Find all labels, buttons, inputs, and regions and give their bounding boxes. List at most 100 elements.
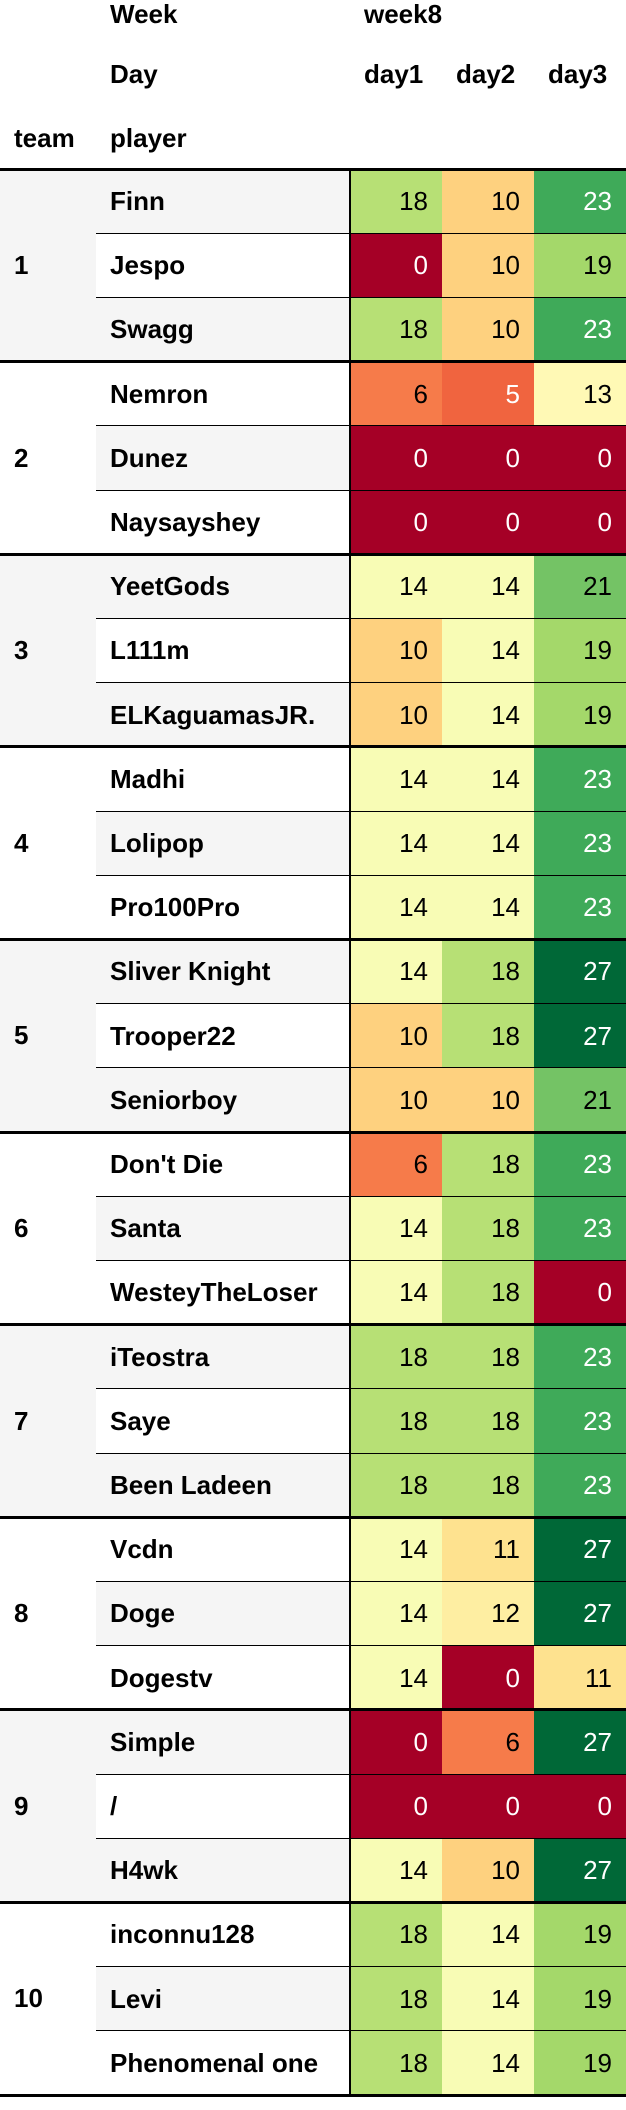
player-name: Simple	[110, 1726, 196, 1757]
heat-cell: 18	[442, 1260, 534, 1325]
team-divider	[0, 1323, 626, 1327]
header-column-divider	[349, 169, 351, 2095]
player-name: Pro100Pro	[110, 892, 241, 923]
heat-cell: 18	[442, 1132, 534, 1197]
heat-cell: 13	[534, 361, 626, 426]
heat-cell: 18	[442, 1453, 534, 1518]
team-number: 9	[14, 1790, 29, 1821]
heat-cell: 27	[534, 1709, 626, 1774]
heat-cell: 12	[442, 1581, 534, 1646]
heat-cell: 14	[442, 1966, 534, 2031]
header-day-2: day2	[456, 59, 516, 89]
row-divider	[96, 1452, 626, 1454]
team-divider	[0, 552, 626, 556]
player-name: H4wk	[110, 1855, 178, 1886]
row-divider	[96, 1645, 626, 1647]
player-name: Saye	[110, 1405, 171, 1436]
heat-cell: 23	[534, 875, 626, 940]
heat-cell: 23	[534, 811, 626, 876]
row-divider	[96, 232, 626, 234]
heat-cell: 18	[350, 2030, 442, 2095]
heat-cell: 18	[350, 1966, 442, 2031]
header-day-label: Day	[110, 59, 158, 89]
player-row	[96, 1774, 350, 1839]
row-divider	[96, 1388, 626, 1390]
row-divider	[96, 617, 626, 619]
team-divider	[0, 167, 626, 171]
heat-cell: 18	[442, 1388, 534, 1453]
team-divider	[0, 745, 626, 749]
player-name: Jespo	[110, 250, 186, 281]
heat-cell: 14	[350, 939, 442, 1004]
heat-cell: 14	[442, 618, 534, 683]
heat-cell: 10	[442, 297, 534, 362]
heat-cell: 19	[534, 2030, 626, 2095]
header-day-3: day3	[548, 59, 608, 89]
heat-cell: 0	[350, 233, 442, 298]
player-name: Finn	[110, 186, 165, 216]
player-name: Lolipop	[110, 828, 204, 858]
player-name: Don't Die	[110, 1149, 224, 1179]
heat-cell: 14	[442, 682, 534, 747]
heat-cell: 19	[534, 1966, 626, 2031]
heat-cell: 14	[350, 1581, 442, 1646]
heat-cell: 14	[350, 1260, 442, 1325]
heat-cell: 23	[534, 1324, 626, 1389]
heat-cell: 19	[534, 1902, 626, 1967]
heat-cell: 6	[442, 1709, 534, 1774]
player-name: /	[110, 1791, 118, 1821]
heat-cell: 23	[534, 1132, 626, 1197]
player-name: Madhi	[110, 763, 186, 794]
heat-cell: 14	[350, 1838, 442, 1903]
heat-cell: 14	[350, 875, 442, 940]
heat-cell: 19	[534, 618, 626, 683]
heat-cell: 10	[350, 618, 442, 683]
heat-cell: 23	[534, 169, 626, 234]
player-name: inconnu128	[110, 1919, 255, 1950]
heat-cell: 18	[442, 1003, 534, 1068]
heat-cell: 0	[350, 1709, 442, 1774]
heat-cell: 10	[442, 169, 534, 234]
heat-cell: 14	[442, 1902, 534, 1967]
header-week-value: week8	[364, 0, 443, 29]
row-divider	[96, 2030, 626, 2032]
heat-cell: 0	[350, 1774, 442, 1839]
team-divider	[0, 360, 626, 364]
heat-cell: 18	[442, 939, 534, 1004]
heat-cell: 11	[442, 1517, 534, 1582]
team-divider	[0, 937, 626, 941]
heat-cell: 14	[442, 811, 534, 876]
heat-cell: 14	[442, 2030, 534, 2095]
heat-cell: 14	[442, 554, 534, 619]
player-name: L111m	[110, 635, 190, 666]
heat-cell: 0	[534, 1774, 626, 1839]
heat-cell: 6	[350, 361, 442, 426]
team-divider	[0, 1130, 626, 1134]
row-divider	[96, 1003, 626, 1005]
heat-cell: 0	[442, 425, 534, 490]
heat-cell: 5	[442, 361, 534, 426]
heat-cell: 10	[442, 233, 534, 298]
row-divider	[96, 874, 626, 876]
heat-cell: 10	[350, 682, 442, 747]
row-divider	[96, 425, 626, 427]
team-number: 2	[14, 442, 29, 473]
heat-cell: 23	[534, 1196, 626, 1261]
heat-cell: 27	[534, 1003, 626, 1068]
heat-cell: 14	[442, 746, 534, 811]
row-divider	[96, 1067, 626, 1069]
heat-cell: 21	[534, 554, 626, 619]
row-divider	[96, 1966, 626, 1968]
heat-cell: 0	[534, 425, 626, 490]
row-divider	[96, 489, 626, 491]
heat-cell: 10	[350, 1003, 442, 1068]
header-day-1: day1	[364, 59, 424, 89]
player-name: YeetGods	[110, 571, 230, 602]
player-name: Levi	[110, 1983, 163, 2014]
heat-cell: 0	[442, 490, 534, 555]
heat-cell: 14	[350, 1517, 442, 1582]
heatmap-table: Week week8 Day day1 day2 day3 team playe…	[0, 0, 626, 2110]
player-name: WesteyTheLoser	[110, 1277, 318, 1308]
player-name: Swagg	[110, 314, 194, 345]
heat-cell: 23	[534, 746, 626, 811]
